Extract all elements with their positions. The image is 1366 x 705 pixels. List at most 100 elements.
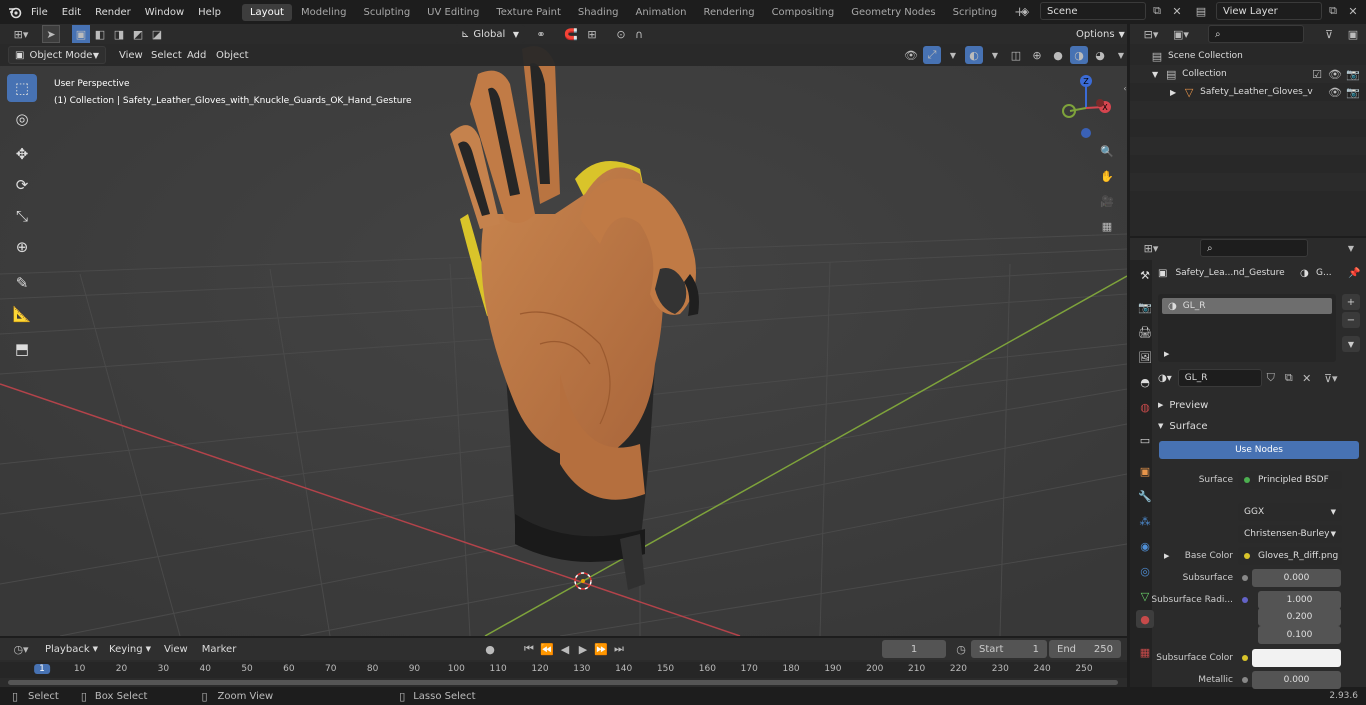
menu-render[interactable]: Render [88,7,138,18]
new-collection-icon[interactable]: ▣ [1344,25,1362,43]
add-cube-tool[interactable]: ⬒ [7,335,37,363]
sidebar-toggle-icon[interactable]: ‹ [1116,79,1127,97]
timeline-editor-icon[interactable]: ◷▾ [8,640,34,658]
options-button[interactable]: Options ▼ [1070,25,1125,43]
pin-icon[interactable]: 📌 [1348,268,1360,279]
play-icon[interactable]: ▶ [574,640,592,658]
tab-scripting[interactable]: Scripting [945,4,1005,21]
preview-panel-header[interactable]: ▶ Preview [1158,396,1362,414]
proportional-edit-icon[interactable]: ⊙ [612,25,630,43]
fake-user-icon[interactable]: ⛉ [1262,369,1280,387]
collection-tab-icon[interactable]: ▭ [1136,431,1154,449]
current-frame-field[interactable]: 1 [882,640,946,658]
measure-tool[interactable]: 📐 [7,300,37,328]
clock-icon[interactable]: ◷ [952,640,970,658]
menu-window[interactable]: Window [138,7,191,18]
view-layer-field[interactable]: View Layer [1216,2,1322,20]
visibility-icon[interactable]: 👁 [902,46,920,64]
outliner-editor-icon[interactable]: ⊟▾ [1138,25,1164,43]
chevron-down-icon[interactable]: ▼ [986,46,1004,64]
chevron-down-icon[interactable]: ▼ [1342,239,1360,257]
tab-rendering[interactable]: Rendering [695,4,762,21]
expand-arrow-icon[interactable]: ▼ [1152,70,1158,79]
xray-icon[interactable]: ◫ [1007,46,1025,64]
camera-icon[interactable]: 📷 [1344,65,1362,83]
end-frame-field[interactable]: End 250 [1049,640,1121,658]
object-mode-select[interactable]: ▣ Object Mode ▼ [8,46,106,64]
metallic-field[interactable]: 0.000 [1252,671,1341,689]
blender-logo-icon[interactable] [6,3,24,21]
timeline-menu-marker[interactable]: Marker [195,644,244,655]
camera-icon[interactable]: 🎥 [1098,192,1116,210]
scene-icon[interactable]: ◈ [1012,2,1038,20]
menu-help[interactable]: Help [191,7,228,18]
timeline-menu-playback[interactable]: Playback [38,644,97,655]
tab-layout[interactable]: Layout [241,3,292,21]
transform-tool[interactable]: ⊕ [7,233,37,261]
annotate-tool[interactable]: ✎ [7,269,37,297]
grid-view-icon[interactable]: ▦ [1098,217,1116,235]
pivot-icon[interactable]: ⚭ [532,25,550,43]
play-reverse-icon[interactable]: ◀ [556,640,574,658]
frame-ruler[interactable]: 1 10 20 30 40 50 60 70 80 90 100 110 120 130 140 150 160… [0,662,1127,678]
expand-arrow-icon[interactable]: ▶ [1170,88,1176,97]
gizmo-toggle-icon[interactable]: ⤢ [923,46,941,64]
outliner-search-input[interactable]: ⌕ [1208,25,1304,43]
material-slot-item[interactable]: ◑ GL_R [1162,298,1332,314]
select-mode-icon[interactable]: ➤ [42,25,60,43]
tab-uv-editing[interactable]: UV Editing [419,4,487,21]
cursor-tool[interactable]: ◎ [7,105,37,133]
base-color-field[interactable]: Gloves_R_diff.png [1238,547,1342,565]
scene-tab-icon[interactable]: ◓ [1136,373,1154,391]
eye-icon[interactable]: 👁 [1326,83,1344,101]
select-box-tool[interactable]: ⬚ [7,74,37,102]
tool-tab-icon[interactable]: ⚒ [1136,266,1154,284]
scene-field[interactable]: Scene [1040,2,1146,20]
rotate-tool[interactable]: ⟳ [7,171,37,199]
select-invert-icon[interactable]: ◩ [129,25,147,43]
render-tab-icon[interactable]: 📷 [1136,298,1154,316]
viewport-menu-object[interactable]: Object [209,50,256,61]
world-tab-icon[interactable]: ◍ [1136,398,1154,416]
timeline-menu-keying[interactable]: Keying [102,644,150,655]
delete-scene-icon[interactable]: ✕ [1168,2,1186,20]
checkbox-icon[interactable]: ☑ [1308,65,1326,83]
distribution-select[interactable]: GGX ▼ [1238,503,1342,521]
tab-modeling[interactable]: Modeling [293,4,355,21]
tab-texture-paint[interactable]: Texture Paint [488,4,569,21]
filter-icon[interactable]: ⊽ [1320,25,1338,43]
overlay-toggle-icon[interactable]: ◐ [965,46,983,64]
new-scene-icon[interactable]: ⧉ [1148,2,1166,20]
properties-editor-icon[interactable]: ⊞▾ [1138,239,1164,257]
select-new-icon[interactable]: ▣ [72,25,90,43]
snap-icon[interactable]: 🧲 [562,25,580,43]
jump-start-icon[interactable]: ⏮ [520,640,538,658]
select-extend-icon[interactable]: ◧ [91,25,109,43]
surface-panel-header[interactable]: ▼ Surface [1158,417,1362,435]
record-icon[interactable]: ● [481,640,499,658]
timeline-scrollbar[interactable] [8,680,1118,685]
outliner-row-scene-collection[interactable]: ▤ Scene Collection [1130,47,1366,65]
tab-geometry-nodes[interactable]: Geometry Nodes [843,4,943,21]
outliner-row-collection[interactable]: ▼ ▤ Collection ☑ 👁 📷 [1130,65,1366,83]
duplicate-material-icon[interactable]: ⧉ [1280,369,1298,387]
select-subtract-icon[interactable]: ◨ [110,25,128,43]
view-layer-icon[interactable]: ▤ [1188,2,1214,20]
select-intersect-icon[interactable]: ◪ [148,25,166,43]
menu-edit[interactable]: Edit [55,7,88,18]
filter-icon[interactable]: ⊽▾ [1322,369,1340,387]
chevron-down-icon[interactable]: ▼ [944,46,962,64]
3d-viewport[interactable]: ▣ Object Mode ▼ View Select Add Object U… [0,44,1127,636]
surface-shader-field[interactable]: Principled BSDF [1238,471,1342,489]
orientation-select[interactable]: ⊾ Global ▼ [455,25,525,43]
eye-icon[interactable]: 👁 [1326,65,1344,83]
tab-sculpting[interactable]: Sculpting [355,4,418,21]
editor-type-icon[interactable]: ⊞▾ [8,25,34,43]
add-slot-button[interactable]: + [1342,294,1360,310]
subsurface-radius-z[interactable]: 0.100 [1258,626,1341,644]
wireframe-shading-icon[interactable]: ⊕ [1028,46,1046,64]
expand-arrow-icon[interactable]: ▶ [1164,552,1169,560]
tab-animation[interactable]: Animation [628,4,695,21]
menu-file[interactable]: File [24,7,55,18]
new-view-layer-icon[interactable]: ⧉ [1324,2,1342,20]
